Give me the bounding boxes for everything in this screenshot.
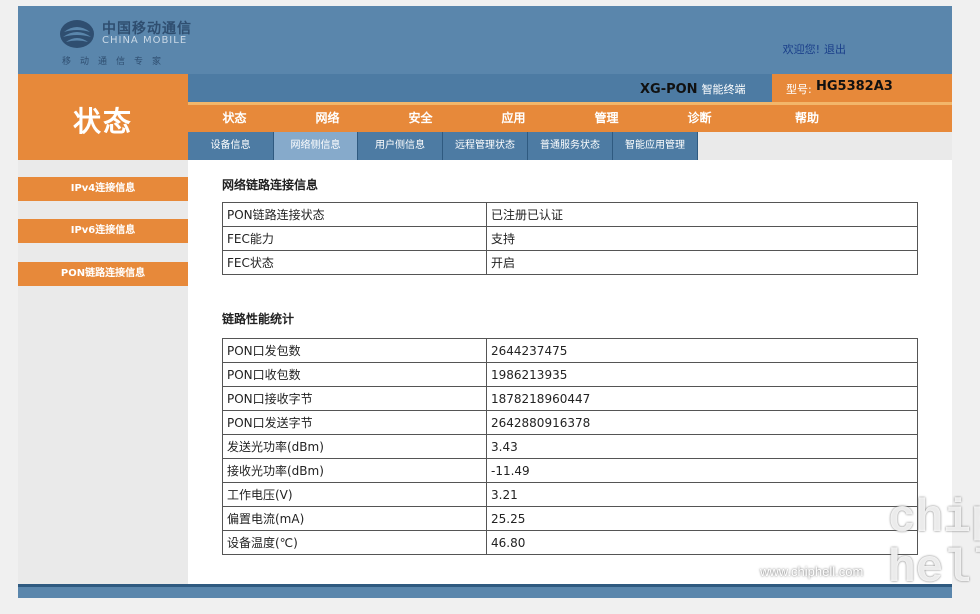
page-title-block: 状态 [18, 74, 188, 160]
table-row: 发送光功率(dBm) 3.43 [222, 434, 918, 459]
tab-service-status[interactable]: 普通服务状态 [528, 132, 613, 160]
table-key: PON口发送字节 [222, 410, 487, 435]
link-section-title: 网络链路连接信息 [222, 178, 319, 192]
nav-diagnosis[interactable]: 诊断 [653, 105, 746, 132]
device-info-bar: XG-PON 智能终端 型号: HG5382A3 [188, 74, 952, 102]
sidebar-item-pon[interactable]: PON链路连接信息 [18, 262, 188, 286]
nav-security[interactable]: 安全 [374, 105, 467, 132]
welcome-area: 欢迎您! 退出 [783, 41, 846, 57]
table-row: 接收光功率(dBm) -11.49 [222, 458, 918, 483]
table-value: 1878218960447 [486, 386, 918, 411]
table-key: 发送光功率(dBm) [222, 434, 487, 459]
table-value: 支持 [486, 226, 918, 251]
nav-help[interactable]: 帮助 [746, 105, 868, 132]
logo-en-text: CHINA MOBILE [102, 35, 188, 46]
table-key: PON链路连接状态 [222, 202, 487, 227]
table-key: 接收光功率(dBm) [222, 458, 487, 483]
table-value: 46.80 [486, 530, 918, 555]
tab-user-info[interactable]: 用户侧信息 [358, 132, 443, 160]
table-key: 偏置电流(mA) [222, 506, 487, 531]
table-key: FEC能力 [222, 226, 487, 251]
table-row: PON口发包数 2644237475 [222, 338, 918, 363]
tab-device-info[interactable]: 设备信息 [188, 132, 274, 160]
table-row: FEC状态 开启 [222, 250, 918, 275]
perf-stats-table: PON口发包数 2644237475 PON口收包数 1986213935 PO… [222, 338, 918, 555]
link-info-table: PON链路连接状态 已注册已认证 FEC能力 支持 FEC状态 开启 [222, 202, 918, 275]
table-row: 工作电压(V) 3.21 [222, 482, 918, 507]
tab-remote-mgmt-status[interactable]: 远程管理状态 [443, 132, 528, 160]
table-key: FEC状态 [222, 250, 487, 275]
table-value: 2642880916378 [486, 410, 918, 435]
welcome-text: 欢迎您! [782, 43, 820, 56]
sub-nav: 设备信息 网络侧信息 用户侧信息 远程管理状态 普通服务状态 智能应用管理 [188, 132, 952, 160]
sidebar-item-ipv4[interactable]: IPv4连接信息 [18, 177, 188, 201]
tab-network-info[interactable]: 网络侧信息 [274, 132, 358, 160]
page-title: 状态 [72, 105, 133, 138]
sidebar: IPv4连接信息 IPv6连接信息 PON链路连接信息 [18, 160, 188, 584]
table-value: -11.49 [486, 458, 918, 483]
table-row: 设备温度(℃) 46.80 [222, 530, 918, 555]
china-mobile-logo: 中国移动通信 CHINA MOBILE 移动通信专家 [58, 16, 238, 68]
table-row: PON口收包数 1986213935 [222, 362, 918, 387]
table-row: PON口接收字节 1878218960447 [222, 386, 918, 411]
model-box: 型号: HG5382A3 [772, 74, 952, 102]
table-value: 25.25 [486, 506, 918, 531]
table-key: PON口接收字节 [222, 386, 487, 411]
table-key: PON口发包数 [222, 338, 487, 363]
main-nav: 状态 网络 安全 应用 管理 诊断 帮助 [188, 102, 952, 132]
table-row: PON链路连接状态 已注册已认证 [222, 202, 918, 227]
table-key: PON口收包数 [222, 362, 487, 387]
table-row: FEC能力 支持 [222, 226, 918, 251]
table-row: 偏置电流(mA) 25.25 [222, 506, 918, 531]
sidebar-item-ipv6[interactable]: IPv6连接信息 [18, 219, 188, 243]
router-admin-page: 中国移动通信 CHINA MOBILE 移动通信专家 欢迎您! 退出 状态 XG-… [18, 6, 952, 598]
table-value: 2644237475 [486, 338, 918, 363]
tab-smart-app-mgmt[interactable]: 智能应用管理 [613, 132, 698, 160]
table-value: 开启 [486, 250, 918, 275]
logo-slogan: 移动通信专家 [62, 57, 171, 67]
top-banner: 中国移动通信 CHINA MOBILE 移动通信专家 欢迎您! 退出 [18, 6, 952, 74]
table-row: PON口发送字节 2642880916378 [222, 410, 918, 435]
china-mobile-logo-icon [60, 20, 94, 48]
product-sub: 智能终端 [701, 83, 746, 96]
table-value: 已注册已认证 [486, 202, 918, 227]
model-label: 型号: [786, 83, 812, 96]
table-key: 工作电压(V) [222, 482, 487, 507]
table-value: 3.43 [486, 434, 918, 459]
nav-network[interactable]: 网络 [281, 105, 374, 132]
table-value: 3.21 [486, 482, 918, 507]
product-name: XG-PON 智能终端 [640, 81, 746, 97]
content-area: 网络链路连接信息 PON链路连接状态 已注册已认证 FEC能力 支持 FEC状态… [188, 160, 952, 584]
footer-bar [18, 584, 952, 598]
perf-section-title: 链路性能统计 [222, 312, 295, 326]
nav-application[interactable]: 应用 [467, 105, 560, 132]
nav-status[interactable]: 状态 [188, 105, 281, 132]
table-key: 设备温度(℃) [222, 530, 487, 555]
logout-link[interactable]: 退出 [824, 43, 846, 56]
product-type: XG-PON [640, 82, 698, 97]
nav-management[interactable]: 管理 [560, 105, 653, 132]
table-value: 1986213935 [486, 362, 918, 387]
model-value: HG5382A3 [816, 79, 893, 94]
